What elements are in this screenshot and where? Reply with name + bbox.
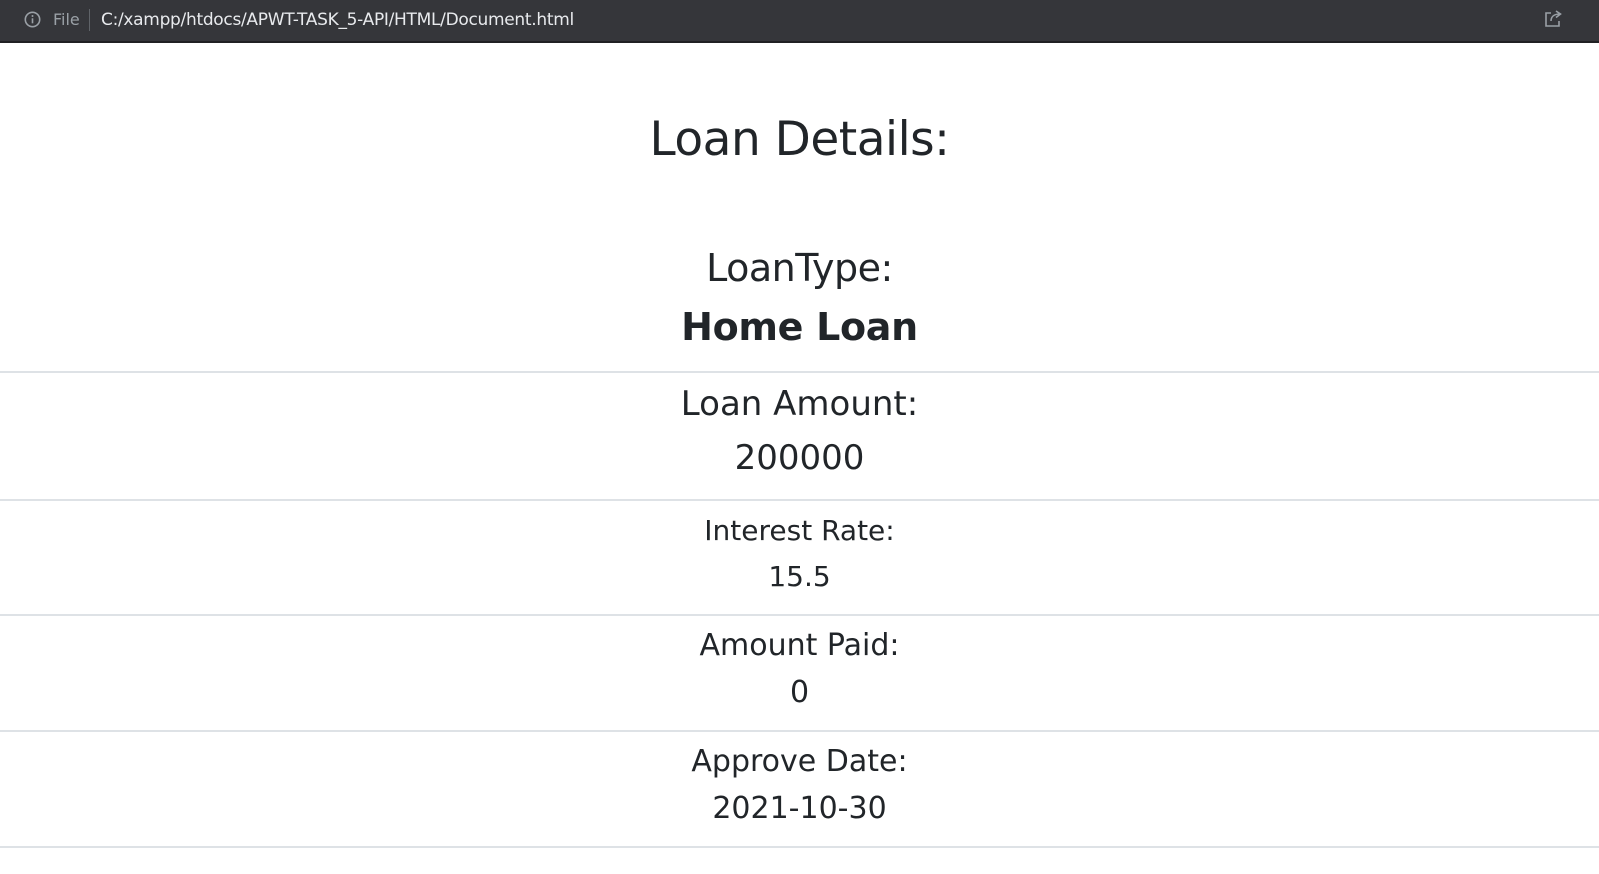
address-divider	[89, 9, 90, 31]
interest-rate-value: 15.5	[768, 560, 831, 593]
url-field[interactable]: C:/xampp/htdocs/APWT-TASK_5-API/HTML/Doc…	[101, 9, 574, 31]
divider	[0, 846, 1599, 848]
amount-paid-label: Amount Paid:	[699, 628, 900, 663]
divider	[0, 730, 1599, 732]
approve-date-label: Approve Date:	[691, 744, 908, 779]
info-icon[interactable]	[24, 11, 41, 28]
page-title: Loan Details:	[649, 112, 950, 167]
interest-rate-label: Interest Rate:	[704, 514, 895, 547]
divider	[0, 499, 1599, 501]
approve-date-value: 2021-10-30	[712, 791, 887, 826]
amount-paid-value: 0	[789, 675, 810, 710]
divider	[0, 614, 1599, 616]
share-icon[interactable]	[1543, 10, 1563, 28]
page-content: Loan Details: LoanType: Home Loan Loan A…	[0, 43, 1599, 874]
loan-type-value: Home Loan	[681, 305, 918, 349]
scheme-label: File	[53, 10, 80, 29]
loan-amount-value: 200000	[734, 438, 865, 478]
loan-type-label: LoanType:	[706, 246, 893, 290]
address-bar: File C:/xampp/htdocs/APWT-TASK_5-API/HTM…	[0, 0, 1599, 43]
loan-amount-label: Loan Amount:	[680, 384, 919, 424]
divider	[0, 371, 1599, 373]
